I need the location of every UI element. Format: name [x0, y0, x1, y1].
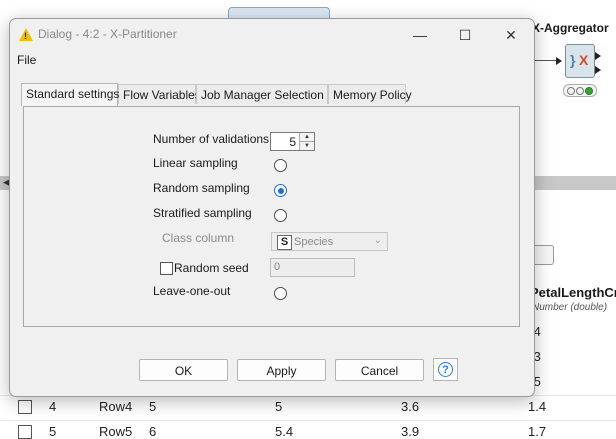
table-copy-icon[interactable]: [532, 245, 554, 265]
stratified-sampling-radio[interactable]: [274, 209, 287, 222]
class-column-select[interactable]: S Species ⌄: [271, 232, 388, 251]
chevron-down-icon[interactable]: ⌄: [374, 235, 382, 246]
warning-icon: !: [19, 28, 33, 41]
row-id: Row5: [99, 424, 133, 439]
node-label: X-Aggregator: [532, 21, 609, 35]
random-sampling-radio[interactable]: [274, 184, 287, 197]
table-cell: 1.7: [528, 424, 547, 439]
number-of-validations-spinner[interactable]: 5 ▲ ▼: [270, 132, 315, 151]
x-partitioner-dialog: ! Dialog - 4:2 - X-Partitioner — ☐ ✕ Fil…: [9, 18, 535, 397]
random-seed-value: 0: [274, 261, 281, 273]
leave-one-out-label: Leave-one-out: [153, 284, 231, 298]
number-of-validations-label: Number of validations: [153, 132, 270, 146]
random-seed-checkbox[interactable]: [160, 262, 173, 275]
x-aggregator-node[interactable]: } X: [565, 44, 595, 78]
class-column-value: Species: [294, 236, 334, 248]
status-light-yellow: [576, 87, 584, 95]
spinner-up-icon[interactable]: ▲: [299, 133, 314, 142]
help-button[interactable]: ?: [433, 358, 458, 381]
maximize-button[interactable]: ☐: [445, 23, 485, 47]
spinner-down-icon[interactable]: ▼: [299, 142, 314, 150]
node-status-traffic-light: [563, 84, 597, 97]
node-output-port-2[interactable]: [595, 66, 601, 74]
class-column-label: Class column: [162, 231, 235, 245]
tab-memory-policy[interactable]: Memory Policy: [328, 84, 412, 104]
random-sampling-label: Random sampling: [153, 181, 250, 195]
minimize-button[interactable]: —: [400, 23, 440, 47]
node-output-port-1[interactable]: [595, 52, 601, 60]
ok-button[interactable]: OK: [139, 359, 228, 381]
random-seed-field[interactable]: 0: [270, 258, 355, 277]
leave-one-out-radio[interactable]: [274, 287, 287, 300]
tab-job-manager-selection[interactable]: Job Manager Selection: [196, 84, 328, 104]
status-light-red: [567, 87, 575, 95]
random-seed-label: Random seed: [174, 261, 249, 275]
linear-sampling-label: Linear sampling: [153, 156, 238, 170]
row-divider: [0, 420, 616, 421]
status-light-green: [585, 87, 593, 95]
loop-end-icon: }: [570, 52, 576, 68]
dialog-titlebar[interactable]: ! Dialog - 4:2 - X-Partitioner — ☐ ✕: [10, 19, 534, 50]
help-icon: ?: [438, 362, 453, 377]
menu-file[interactable]: File: [17, 53, 36, 67]
row-checkbox[interactable]: [18, 425, 32, 439]
dialog-title: Dialog - 4:2 - X-Partitioner: [38, 27, 177, 41]
linear-sampling-radio[interactable]: [274, 159, 287, 172]
row-index: 4: [49, 399, 57, 414]
close-button[interactable]: ✕: [491, 23, 531, 47]
node-input-port[interactable]: [556, 57, 562, 65]
stratified-sampling-label: Stratified sampling: [153, 206, 252, 220]
row-index: 5: [49, 424, 57, 439]
table-cell: 3.9: [401, 424, 420, 439]
table-cell: 5: [275, 399, 283, 414]
string-type-icon: S: [277, 235, 292, 250]
cancel-button[interactable]: Cancel: [335, 359, 424, 381]
table-cell: 1.4: [528, 399, 547, 414]
spinner-value[interactable]: 5: [289, 135, 296, 149]
table-cell: 6: [149, 424, 157, 439]
row-id: Row4: [99, 399, 133, 414]
tab-standard-settings[interactable]: Standard settings: [21, 83, 119, 106]
table-cell: 5.4: [275, 424, 294, 439]
apply-button[interactable]: Apply: [237, 359, 326, 381]
tab-flow-variables[interactable]: Flow Variables: [118, 84, 201, 104]
row-checkbox[interactable]: [18, 400, 32, 414]
table-cell: 3.6: [401, 399, 420, 414]
column-type: Number (double): [532, 302, 608, 313]
column-header[interactable]: PetalLengthCm: [530, 285, 616, 300]
menubar: File: [10, 51, 534, 69]
x-icon: X: [579, 52, 589, 68]
table-cell: 5: [149, 399, 157, 414]
